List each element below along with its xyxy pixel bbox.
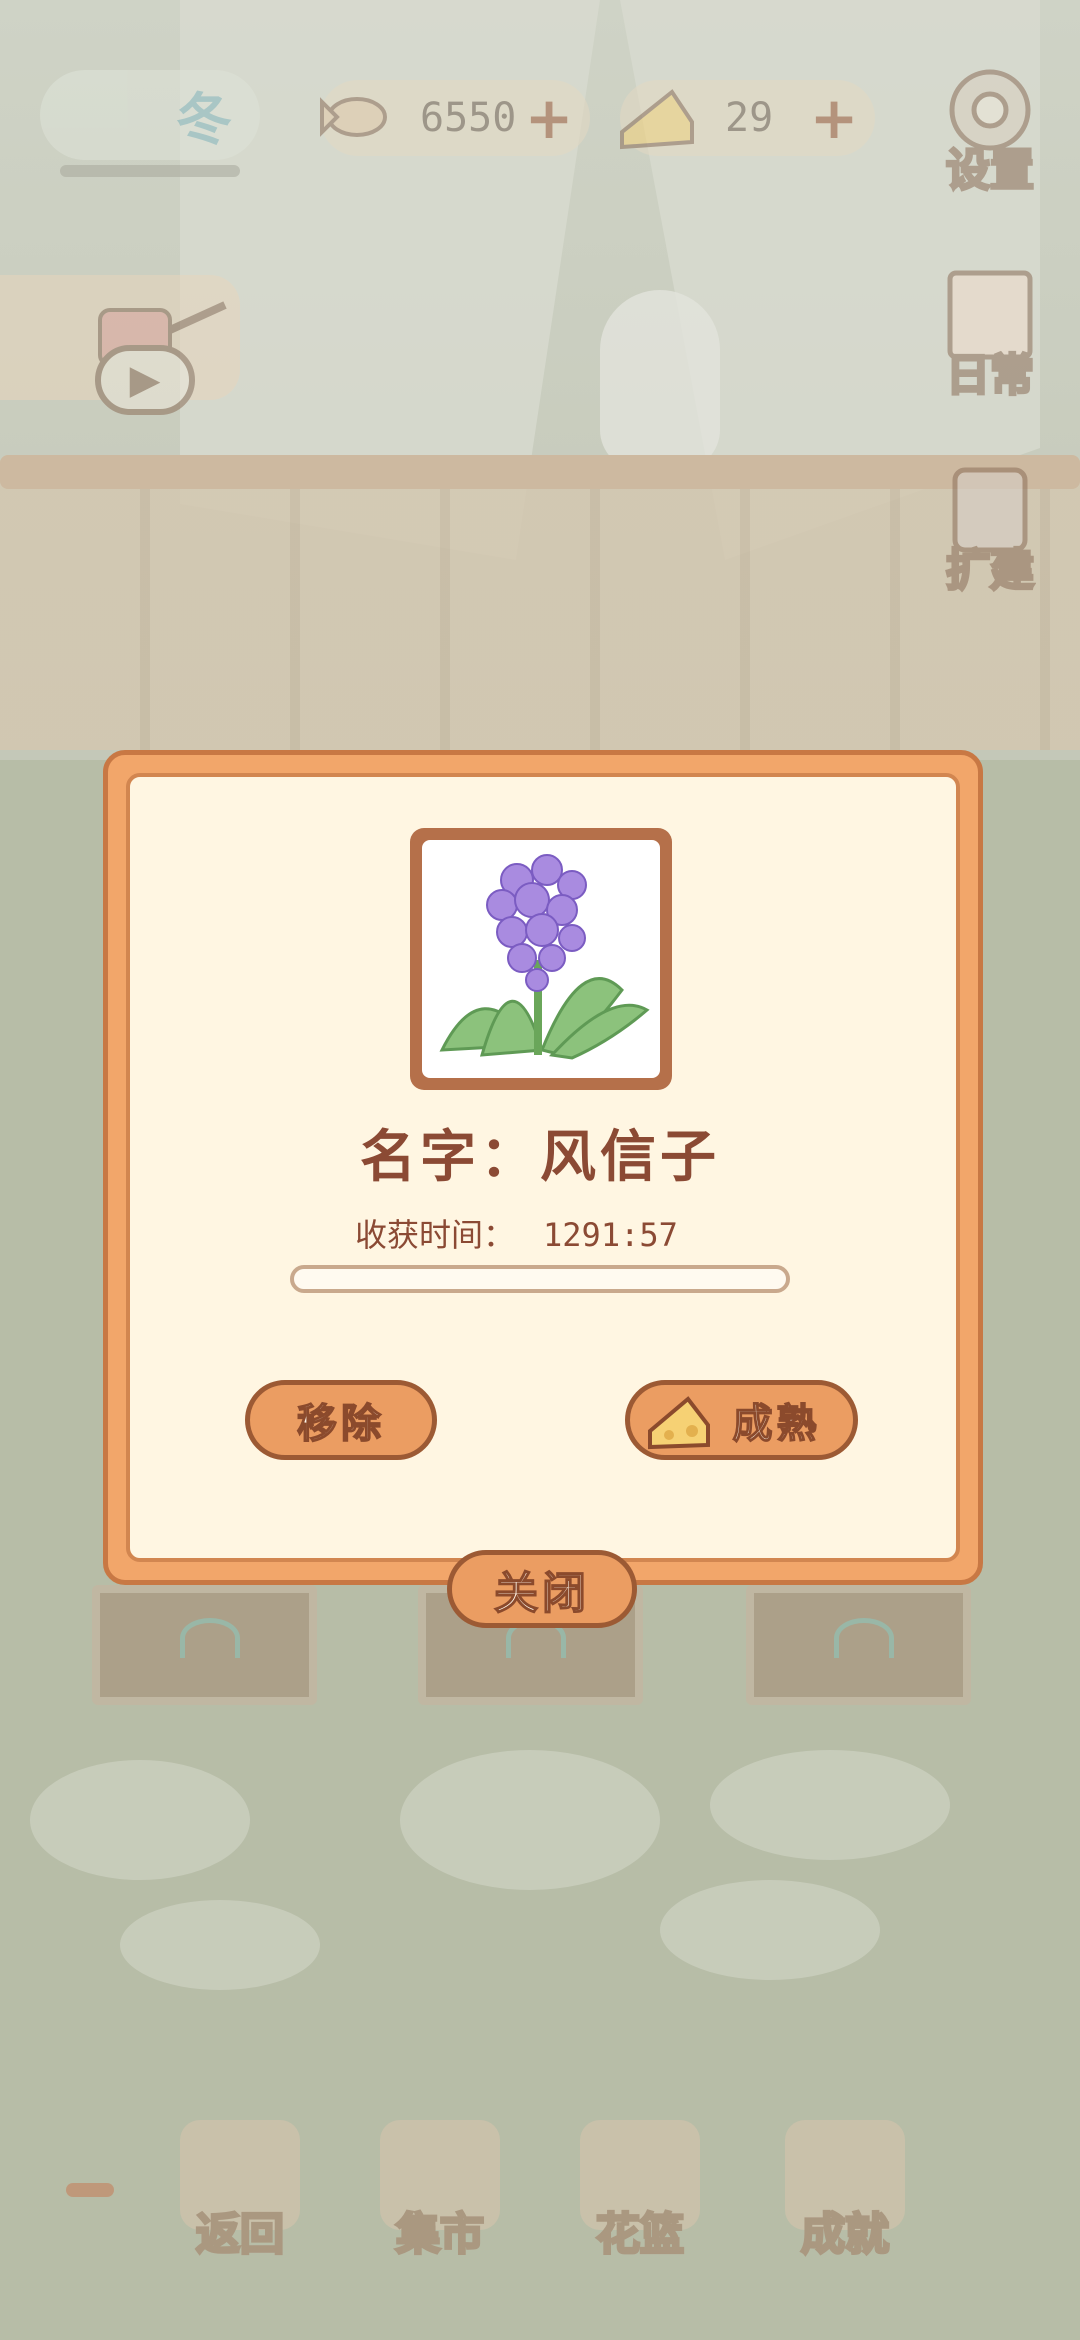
plant-name: 名字：风信子 bbox=[360, 1125, 720, 1190]
expand-button[interactable]: 扩建 bbox=[930, 460, 1050, 598]
nav-back-label: 返回 bbox=[195, 2208, 286, 2262]
expand-label: 扩建 bbox=[945, 544, 1036, 598]
settings-label: 设置 bbox=[945, 144, 1036, 198]
plant-portrait-frame bbox=[410, 828, 672, 1090]
nav-achievements[interactable]: 成就 bbox=[775, 2120, 915, 2290]
nav-basket-label: 花篮 bbox=[595, 2208, 686, 2262]
play-video-icon[interactable]: ▶ bbox=[95, 345, 195, 415]
season-progress-bar bbox=[60, 165, 240, 177]
cheese-icon bbox=[648, 1396, 710, 1450]
cheese-amount: 29 bbox=[725, 95, 774, 141]
plant-portrait bbox=[422, 840, 660, 1078]
nav-basket[interactable]: 花篮 bbox=[570, 2120, 710, 2290]
mature-button-label: 成熟 bbox=[732, 1400, 821, 1448]
add-fish-button[interactable]: + bbox=[524, 84, 574, 152]
fish-currency: 6550 + bbox=[320, 80, 590, 156]
remove-button-label: 移除 bbox=[296, 1400, 385, 1448]
nav-market-label: 集市 bbox=[395, 2208, 486, 2262]
daily-button[interactable]: 日常 bbox=[930, 265, 1050, 403]
growth-progress-bar bbox=[290, 1265, 790, 1293]
nav-achievements-label: 成就 bbox=[800, 2208, 891, 2262]
cheese-icon bbox=[620, 89, 694, 150]
close-button-label: 关闭 bbox=[493, 1567, 590, 1620]
hyacinth-icon bbox=[439, 854, 650, 1060]
bottom-nav: 返回 集市 花篮 成就 bbox=[0, 2120, 1080, 2290]
nav-back[interactable]: 返回 bbox=[170, 2120, 310, 2290]
fish-amount: 6550 bbox=[420, 95, 517, 141]
season-label: 冬 bbox=[176, 86, 232, 153]
season-badge[interactable]: 冬 bbox=[40, 70, 260, 160]
remove-button[interactable]: 移除 bbox=[245, 1380, 437, 1460]
fish-bone-icon bbox=[320, 97, 387, 137]
harvest-time-value: 1291:57 bbox=[543, 1216, 678, 1254]
mature-button[interactable]: 成熟 bbox=[625, 1380, 858, 1460]
harvest-time-label: 收获时间： bbox=[355, 1216, 516, 1254]
cheese-currency: 29 + bbox=[620, 80, 875, 156]
close-button[interactable]: 关闭 bbox=[447, 1550, 637, 1628]
daily-label: 日常 bbox=[945, 349, 1036, 403]
settings-button[interactable]: 设置 bbox=[930, 60, 1050, 198]
add-cheese-button[interactable]: + bbox=[809, 84, 859, 152]
harvest-time-row: 收获时间： 1291:57 bbox=[355, 1210, 678, 1256]
nav-market[interactable]: 集市 bbox=[370, 2120, 510, 2290]
